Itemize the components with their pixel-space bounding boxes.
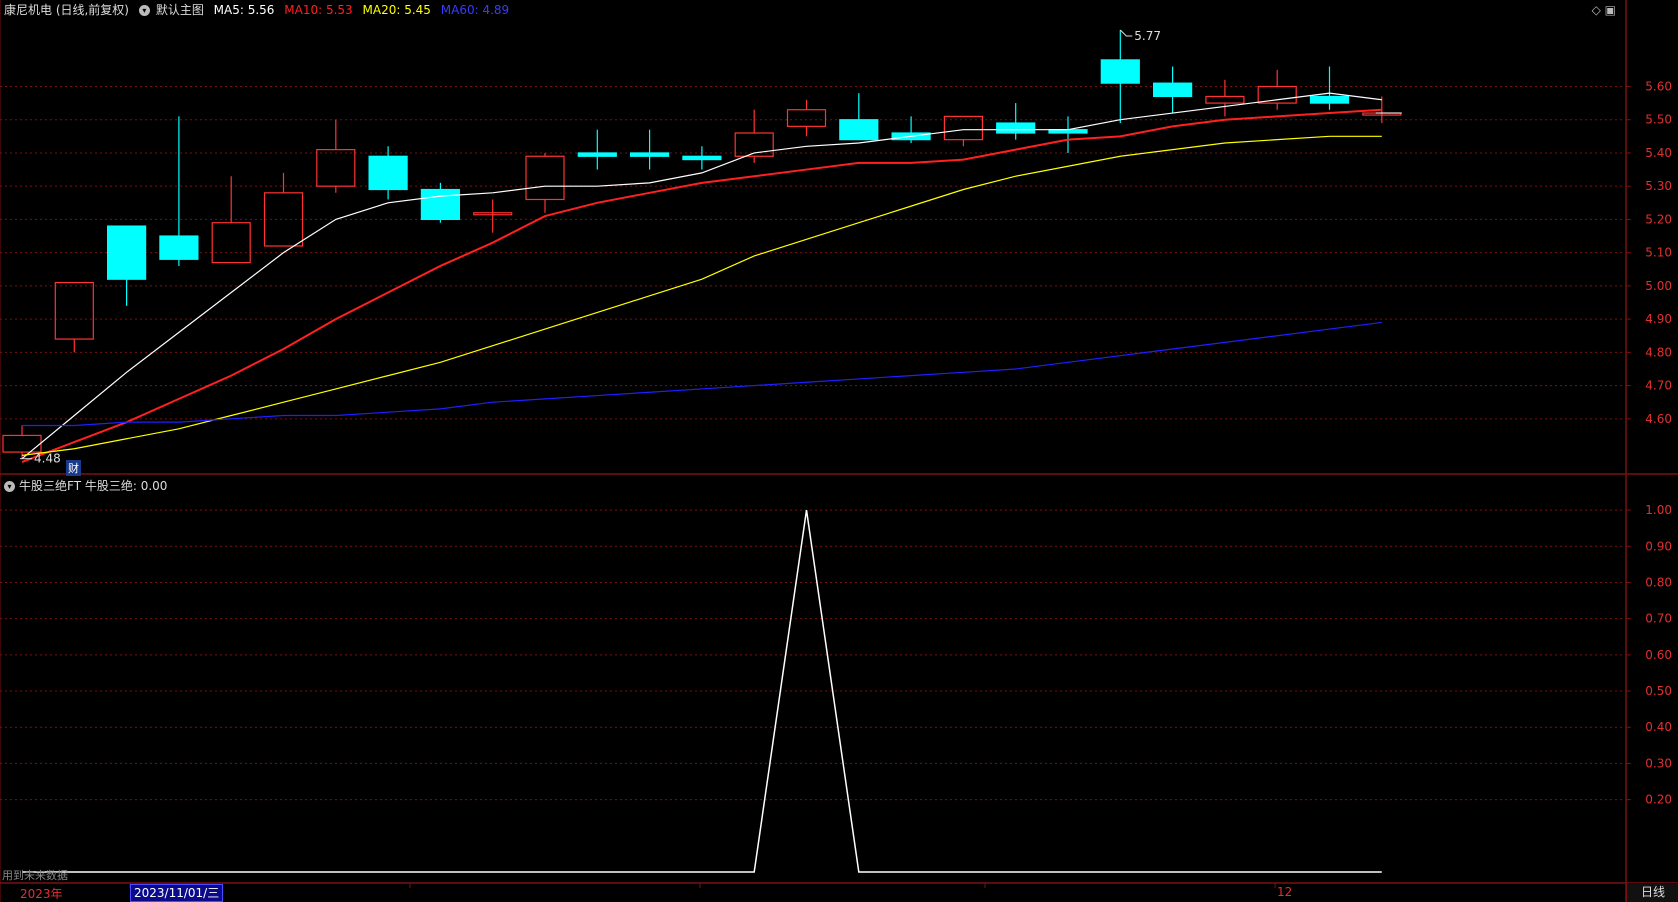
ma5-label: MA5: 5.56: [213, 3, 275, 17]
candle-body: [577, 152, 617, 157]
window-icons: ◇ ▣: [1592, 3, 1616, 17]
indicator-axis: 1.00 0.90 0.80 0.70 0.60 0.50 0.40 0.30 0.20: [1626, 503, 1672, 807]
candle-body: [1100, 59, 1140, 84]
price-tick-label: 5.20: [1645, 212, 1672, 226]
price-tick-label: 5.60: [1645, 79, 1672, 93]
candle: [577, 129, 617, 170]
candle: [211, 176, 251, 264]
candle: [682, 146, 722, 170]
indicator-tick-label: 0.70: [1645, 612, 1672, 626]
month-label: 12: [1277, 885, 1293, 899]
candle-body: [2, 434, 42, 453]
price-tick-label: 5.30: [1645, 179, 1672, 193]
year-label: 2023年: [20, 887, 63, 901]
candle-body: [525, 155, 565, 201]
diamond-icon[interactable]: ◇: [1592, 3, 1601, 17]
candle-body: [159, 235, 199, 260]
period-button[interactable]: 日线: [1626, 883, 1678, 902]
candle-body: [1152, 82, 1193, 98]
candle-body: [316, 149, 356, 187]
candle: [1100, 29, 1140, 124]
price-tick-label: 4.80: [1645, 345, 1672, 359]
candle: [891, 116, 931, 143]
candle: [1152, 66, 1193, 114]
low-price-label: 4.48: [34, 452, 61, 466]
candle-body: [996, 122, 1036, 134]
indicator-name[interactable]: 牛股三绝FT: [19, 479, 81, 493]
candle-body: [682, 155, 722, 161]
price-tick-label: 5.10: [1645, 246, 1672, 260]
indicator-tick-label: 0.60: [1645, 648, 1672, 662]
candles: [2, 29, 1402, 459]
candle: [420, 182, 460, 223]
grid: [0, 0, 1678, 902]
candle: [368, 146, 408, 200]
candle: [54, 281, 94, 353]
date-cursor: 2023/11/01/三: [130, 884, 224, 902]
candle-body: [629, 152, 670, 157]
candle: [1309, 66, 1350, 110]
candle-body: [1257, 85, 1297, 104]
candle-body: [1205, 95, 1245, 104]
candle: [734, 109, 774, 163]
candle: [159, 116, 199, 266]
ma20-label: MA20: 5.45: [362, 3, 431, 17]
indicator-tick-label: 0.80: [1645, 575, 1672, 589]
indicator-tick-label: 0.20: [1645, 793, 1672, 807]
finance-tag[interactable]: 财: [66, 460, 81, 476]
candle: [629, 129, 670, 170]
indicator-tick-label: 0.90: [1645, 539, 1672, 553]
price-tick-label: 4.90: [1645, 312, 1672, 326]
price-marks: 5.77 4.48: [20, 29, 1402, 466]
indicator-tick-label: 0.50: [1645, 684, 1672, 698]
ma10-label: MA10: 5.53: [284, 3, 353, 17]
main-chart-selector[interactable]: 默认主图: [156, 3, 204, 17]
candle: [525, 152, 565, 213]
price-tick-label: 4.70: [1645, 379, 1672, 393]
stock-title: 康尼机电 (日线,前复权): [4, 3, 129, 17]
chevron-down-icon[interactable]: ▾: [4, 481, 15, 492]
price-axis: 5.60 5.50 5.40 5.30 5.20 5.10 5.00 4.90 4.80 4.70…: [1626, 79, 1672, 426]
high-pointer: [1119, 29, 1133, 37]
price-tick-label: 5.40: [1645, 146, 1672, 160]
candle: [263, 172, 304, 247]
ma60-label: MA60: 4.89: [440, 3, 510, 17]
candle-body: [106, 225, 147, 280]
candle: [316, 119, 356, 193]
indicator-tick-label: 0.30: [1645, 756, 1672, 770]
chart-canvas[interactable]: 5.60 5.50 5.40 5.30 5.20 5.10 5.00 4.90 4.80 4.70…: [0, 0, 1678, 902]
candle: [839, 93, 879, 141]
candle-body: [54, 281, 94, 340]
candle: [473, 199, 513, 233]
candle: [996, 103, 1036, 140]
price-tick-label: 5.00: [1645, 279, 1672, 293]
candle-body: [420, 188, 460, 221]
high-price-label: 5.77: [1134, 29, 1161, 43]
candle-body: [1309, 95, 1350, 104]
indicator-value: 牛股三绝: 0.00: [84, 479, 168, 493]
candle: [1205, 79, 1245, 117]
indicator-tick-label: 1.00: [1645, 503, 1672, 517]
candle: [106, 225, 147, 306]
ma-line-ma60: [22, 321, 1382, 427]
candle-body: [368, 155, 408, 191]
chevron-down-icon[interactable]: ▾: [138, 5, 150, 16]
restore-icon[interactable]: ▣: [1605, 3, 1616, 17]
indicator-header: ▾ 牛股三绝FT 牛股三绝: 0.00: [4, 477, 167, 495]
price-tick-label: 4.60: [1645, 412, 1672, 426]
price-tick-label: 5.50: [1645, 113, 1672, 127]
candle-body: [786, 109, 827, 127]
indicator-tick-label: 0.40: [1645, 720, 1672, 734]
candle-body: [839, 119, 879, 141]
future-data-note: 用到未来数据: [2, 869, 68, 882]
candle: [1257, 69, 1297, 110]
candle: [786, 99, 827, 137]
candle: [1048, 116, 1088, 153]
chart-header: 康尼机电 (日线,前复权) ▾ 默认主图 MA5: 5.56 MA10: 5.53…: [4, 1, 515, 19]
candle-body: [211, 222, 251, 264]
